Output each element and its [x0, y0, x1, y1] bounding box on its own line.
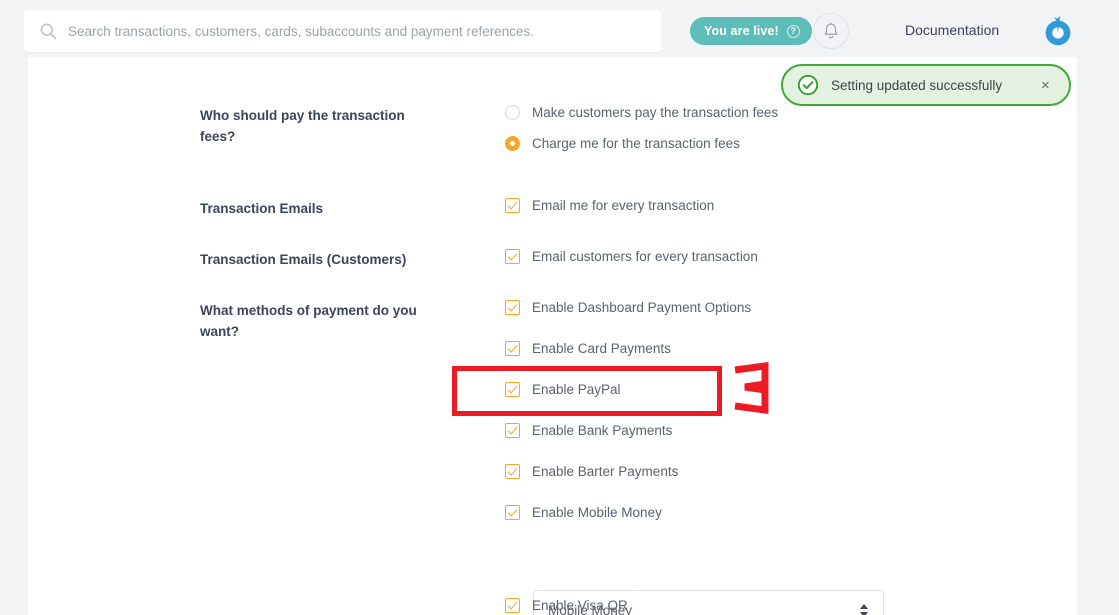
- settings-content-card: Who should pay the transaction fees? Mak…: [28, 57, 1077, 615]
- stepper-arrows-icon: [859, 603, 869, 615]
- search-icon: [40, 23, 57, 40]
- checkbox-indicator-checked: [505, 598, 520, 613]
- radio-label-customers-pay: Make customers pay the transaction fees: [532, 105, 779, 120]
- notifications-button[interactable]: [813, 13, 849, 49]
- search-input[interactable]: [68, 23, 647, 39]
- checkbox-card-payments[interactable]: Enable Card Payments: [505, 341, 671, 356]
- checkbox-indicator-checked: [505, 300, 520, 315]
- checkbox-paypal[interactable]: Enable PayPal: [505, 382, 621, 397]
- radio-option-customers-pay[interactable]: Make customers pay the transaction fees: [505, 105, 778, 120]
- checkbox-label-email-customers: Email customers for every transaction: [532, 249, 758, 264]
- checkbox-email-me[interactable]: Email me for every transaction: [505, 198, 714, 213]
- documentation-link[interactable]: Documentation: [905, 22, 999, 38]
- radio-indicator-off: [505, 105, 520, 120]
- checkbox-label-email-me: Email me for every transaction: [532, 198, 715, 213]
- checkbox-label-dashboard-payment-options: Enable Dashboard Payment Options: [532, 300, 752, 315]
- checkbox-label-barter-payments: Enable Barter Payments: [532, 464, 679, 479]
- checkbox-label-paypal: Enable PayPal: [532, 382, 621, 397]
- toast-message: Setting updated successfully: [831, 77, 1003, 93]
- label-payment-methods: What methods of payment do you want?: [200, 303, 417, 339]
- app-root: You are live! ? Documentation Who should…: [0, 0, 1119, 615]
- success-toast: Setting updated successfully ×: [781, 64, 1071, 106]
- checkbox-indicator-checked: [505, 423, 520, 438]
- question-circle-icon[interactable]: ?: [786, 24, 800, 38]
- bell-icon: [824, 21, 838, 38]
- close-icon[interactable]: ×: [1041, 78, 1055, 93]
- checkbox-barter-payments[interactable]: Enable Barter Payments: [505, 464, 678, 479]
- radio-label-charge-me: Charge me for the transaction fees: [532, 136, 740, 151]
- live-status-label: You are live!: [704, 24, 779, 38]
- checkbox-label-visa-qr: Enable Visa QR: [532, 598, 628, 613]
- live-status-badge[interactable]: You are live! ?: [690, 17, 812, 45]
- checkbox-label-mobile-money: Enable Mobile Money: [532, 505, 662, 520]
- checkbox-visa-qr[interactable]: Enable Visa QR: [505, 598, 628, 613]
- checkbox-dashboard-payment-options[interactable]: Enable Dashboard Payment Options: [505, 300, 751, 315]
- paystack-logo-icon[interactable]: [1039, 12, 1077, 50]
- checkbox-mobile-money[interactable]: Enable Mobile Money: [505, 505, 662, 520]
- checkbox-indicator-checked: [505, 464, 520, 479]
- checkbox-indicator-checked: [505, 341, 520, 356]
- checkbox-indicator-checked: [505, 382, 520, 397]
- checkbox-email-customers[interactable]: Email customers for every transaction: [505, 249, 758, 264]
- checkbox-indicator-checked: [505, 249, 520, 264]
- radio-option-charge-me[interactable]: Charge me for the transaction fees: [505, 136, 740, 151]
- checkbox-label-card-payments: Enable Card Payments: [532, 341, 671, 356]
- checkbox-label-bank-payments: Enable Bank Payments: [532, 423, 673, 438]
- check-circle-icon: [797, 74, 819, 96]
- checkbox-bank-payments[interactable]: Enable Bank Payments: [505, 423, 672, 438]
- checkbox-indicator-checked: [505, 198, 520, 213]
- label-transaction-emails-customers: Transaction Emails (Customers): [200, 252, 407, 267]
- search-bar[interactable]: [24, 10, 661, 52]
- label-transaction-fees: Who should pay the transaction fees?: [200, 108, 405, 144]
- checkbox-indicator-checked: [505, 505, 520, 520]
- label-transaction-emails: Transaction Emails: [200, 201, 324, 216]
- radio-indicator-on: [505, 136, 520, 151]
- top-bar: You are live! ? Documentation: [0, 0, 1119, 57]
